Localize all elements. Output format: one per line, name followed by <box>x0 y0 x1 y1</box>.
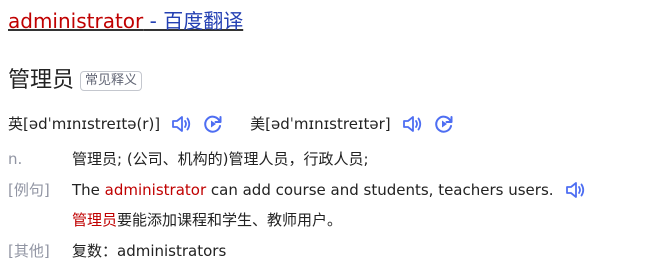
title-site[interactable]: - 百度翻译 <box>143 9 244 33</box>
plural-form: 复数：administrators <box>72 242 227 260</box>
example-english: The administrator can add course and stu… <box>72 179 586 201</box>
example-en-keyword: administrator <box>104 181 207 199</box>
example-content: The administrator can add course and stu… <box>72 179 586 231</box>
common-meaning-tag: 常见释义 <box>80 71 143 91</box>
result-title[interactable]: administrator - 百度翻译 <box>8 7 243 35</box>
replay-icon[interactable] <box>202 113 224 135</box>
example-chinese: 管理员要能添加课程和学生、教师用户。 <box>72 209 586 231</box>
example-row: [例句] The administrator can add course an… <box>8 179 586 231</box>
example-cn-keyword: 管理员 <box>72 211 118 229</box>
pronunciation-us: 美[ədˈmɪnɪstreɪtər] <box>250 113 454 135</box>
pronunciation-uk-text: 英[ədˈmɪnɪstreɪtə(r)] <box>8 115 161 133</box>
pronunciation-uk: 英[ədˈmɪnɪstreɪtə(r)] <box>8 113 224 135</box>
part-of-speech: n. <box>8 150 23 168</box>
result-title-link[interactable]: administrator - 百度翻译 <box>8 9 243 33</box>
example-cn-after: 要能添加课程和学生、教师用户。 <box>117 211 343 229</box>
example-en-before: The <box>72 181 105 199</box>
speaker-icon[interactable] <box>401 113 423 135</box>
other-label: [其他] <box>8 242 50 260</box>
pronunciation-us-text: 美[ədˈmɪnɪstreɪtər] <box>250 115 391 133</box>
replay-icon[interactable] <box>433 113 455 135</box>
speaker-icon[interactable] <box>564 179 586 201</box>
example-en-after: can add course and students, teachers us… <box>206 181 554 199</box>
pronunciation-row: 英[ədˈmɪnɪstreɪtə(r)] 美[ədˈmɪnɪstreɪtər] <box>8 113 455 135</box>
title-keyword[interactable]: administrator <box>8 9 143 33</box>
headword: 管理员 <box>8 68 75 93</box>
other-row: [其他] 复数：administrators <box>8 240 226 262</box>
definition-row: n. 管理员; (公司、机构的)管理人员，行政人员; <box>8 148 369 170</box>
headword-row: 管理员 常见释义 <box>8 66 143 96</box>
definition-text: 管理员; (公司、机构的)管理人员，行政人员; <box>72 150 369 168</box>
example-label: [例句] <box>8 181 50 199</box>
speaker-icon[interactable] <box>170 113 192 135</box>
